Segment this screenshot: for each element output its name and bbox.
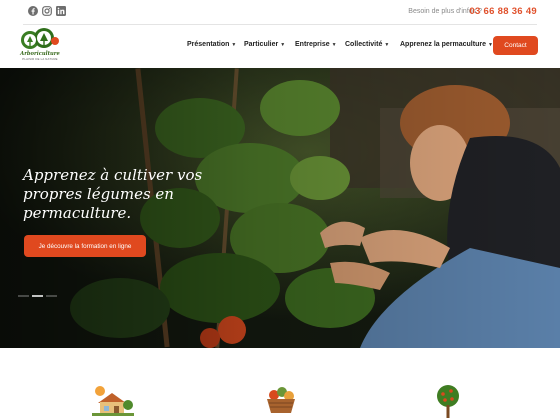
hero-title-line: permaculture. (23, 204, 132, 222)
slider-dot[interactable] (18, 295, 29, 297)
page: Besoin de plus d'infos ? 03 66 88 36 49 … (0, 0, 560, 420)
divider (23, 24, 537, 25)
nav-item-label: Présentation (187, 41, 230, 48)
chevron-down-icon: ▼ (231, 41, 237, 48)
slider-dot-active[interactable] (32, 295, 43, 297)
nav-item-label: Entreprise (295, 41, 330, 48)
nav-item-label: Collectivité (345, 41, 383, 48)
brand-tagline: PLAISIR DE LA NATURE (22, 57, 58, 61)
linkedin-icon[interactable] (55, 5, 66, 16)
chevron-down-icon: ▼ (331, 41, 337, 48)
nav-item-entreprise[interactable]: Entreprise ▼ (295, 41, 337, 48)
nav-item-label: Apprenez la permaculture (400, 41, 486, 48)
slider-dots (18, 295, 57, 297)
chevron-down-icon: ▼ (384, 41, 390, 48)
chevron-down-icon: ▼ (280, 41, 286, 48)
hero-title-line: Apprenez à cultiver vos (23, 166, 203, 184)
hero-title: Apprenez à cultiver vos propres légumes … (23, 166, 203, 223)
hero-title-line: propres légumes en (23, 185, 174, 203)
nav-item-particulier[interactable]: Particulier ▼ (244, 41, 285, 48)
top-bar: Besoin de plus d'infos ? 03 66 88 36 49 (0, 0, 560, 24)
nav-item-permaculture[interactable]: Apprenez la permaculture ▼ (400, 41, 493, 48)
nav-item-label: Particulier (244, 41, 279, 48)
garden-house-icon (92, 386, 134, 416)
hero-slider: Apprenez à cultiver vos propres légumes … (0, 68, 560, 348)
nav-item-collectivite[interactable]: Collectivité ▼ (345, 41, 389, 48)
nav-item-presentation[interactable]: Présentation ▼ (187, 41, 236, 48)
slider-dot[interactable] (46, 295, 57, 297)
training-cta-button[interactable]: Je découvre la formation en ligne (24, 235, 146, 257)
contact-button[interactable]: Contact (493, 36, 538, 55)
instagram-icon[interactable] (41, 5, 52, 16)
fruit-tree-icon (437, 385, 459, 418)
vegetable-basket-icon (267, 387, 295, 413)
phone-link[interactable]: 03 66 88 36 49 (469, 6, 537, 17)
facebook-icon[interactable] (27, 5, 38, 16)
